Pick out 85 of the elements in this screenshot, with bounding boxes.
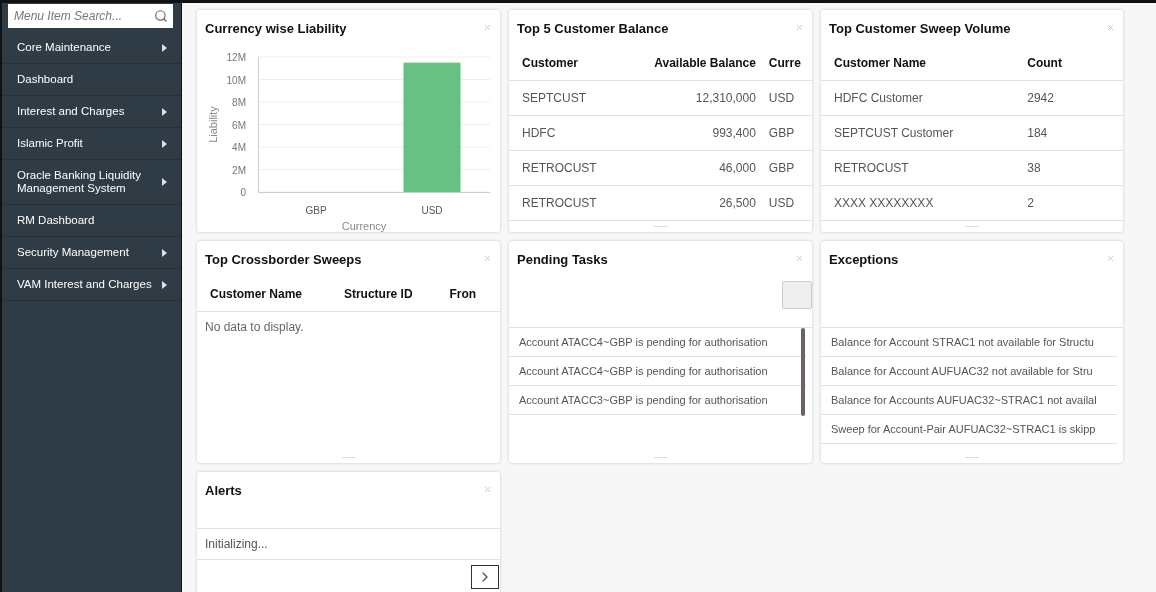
menu-item[interactable]: RM Dashboard xyxy=(2,205,181,237)
axis-tick-label: 12M xyxy=(226,52,246,63)
menu-item[interactable]: Islamic Profit xyxy=(2,128,181,160)
column-header[interactable]: Customer xyxy=(509,46,631,81)
close-icon[interactable] xyxy=(1106,23,1115,32)
table-cell: USD xyxy=(755,81,812,116)
next-button[interactable] xyxy=(471,565,499,589)
resize-handle[interactable] xyxy=(965,226,979,227)
close-icon[interactable] xyxy=(1106,254,1115,263)
menu-label: VAM Interest and Charges xyxy=(17,278,152,291)
table-cell: GBP xyxy=(755,151,812,186)
table-cell: RETROCUST xyxy=(509,186,631,221)
card-title: Currency wise Liability xyxy=(205,21,347,36)
card-title: Top Customer Sweep Volume xyxy=(829,21,1011,36)
table-cell: 2942 xyxy=(1014,81,1123,116)
card-title: Alerts xyxy=(205,483,242,498)
close-icon[interactable] xyxy=(483,254,492,263)
card-title: Top 5 Customer Balance xyxy=(517,21,669,36)
card-title: Top Crossborder Sweeps xyxy=(205,252,362,267)
table-cell: SEPTCUST Customer xyxy=(821,116,1015,151)
menu-label: Dashboard xyxy=(17,73,74,86)
resize-handle[interactable] xyxy=(965,457,979,458)
menu-item[interactable]: Security Management xyxy=(2,237,181,269)
menu-item[interactable]: Core Maintenance xyxy=(2,32,181,64)
list-item[interactable]: Balance for Account AUFUAC32 not available for Stru xyxy=(821,357,1117,386)
empty-message: No data to display. xyxy=(204,319,305,336)
close-icon[interactable] xyxy=(483,485,492,494)
square-button[interactable] xyxy=(782,281,812,309)
column-header[interactable]: Count xyxy=(1014,46,1123,81)
status-text: Initializing... xyxy=(197,528,500,560)
menu-label: Islamic Profit xyxy=(17,137,83,150)
axis-tick-label: 0 xyxy=(240,187,246,198)
list-item[interactable]: Balance for Account STRAC1 not available for Structu xyxy=(821,328,1117,357)
axis-tick-label: 6M xyxy=(232,119,246,131)
table-cell: 993,400 xyxy=(630,116,756,151)
axis-tick-label: 4M xyxy=(232,142,246,153)
column-header[interactable]: Available Balance xyxy=(630,46,756,81)
column-header[interactable]: Customer Name xyxy=(821,46,1015,81)
column-header[interactable]: Fron xyxy=(436,277,500,312)
scrollbar-thumb[interactable] xyxy=(801,328,805,416)
axis-tick-label: 10M xyxy=(226,74,246,86)
menu-item[interactable]: Oracle Banking Liquidity Management System xyxy=(2,160,181,205)
axis-tick-label: USD xyxy=(421,205,443,216)
table-cell: 38 xyxy=(1014,151,1123,186)
search-icon[interactable] xyxy=(154,9,168,23)
table-cell: 26,500 xyxy=(630,186,756,221)
menu-label: Security Management xyxy=(17,246,129,259)
menu-label: Core Maintenance xyxy=(17,41,111,54)
table-cell: 46,000 xyxy=(630,151,756,186)
menu-item[interactable]: Interest and Charges xyxy=(2,96,181,128)
close-icon[interactable] xyxy=(795,23,804,32)
table-cell: USD xyxy=(755,186,812,221)
column-header[interactable]: Structure ID xyxy=(330,277,437,312)
axis-title: Liability xyxy=(207,106,219,143)
table-cell: GBP xyxy=(755,116,812,151)
menu-label: Interest and Charges xyxy=(17,105,125,118)
list-item[interactable]: Sweep for Account-Pair AUFUAC32~STRAC1 is skipp xyxy=(821,415,1117,444)
resize-handle[interactable] xyxy=(653,457,668,458)
axis-tick-label: 8M xyxy=(232,97,246,108)
search-field[interactable]: Menu Item Search... xyxy=(8,4,173,28)
table-cell: 2 xyxy=(1014,186,1123,221)
menu-item[interactable]: VAM Interest and Charges xyxy=(2,269,181,301)
table-cell: HDFC xyxy=(509,116,631,151)
table-cell: RETROCUST xyxy=(821,151,1015,186)
table-cell: HDFC Customer xyxy=(821,81,1015,116)
column-header[interactable]: Customer Name xyxy=(197,277,331,312)
table-cell: RETROCUST xyxy=(509,151,631,186)
close-icon[interactable] xyxy=(795,254,804,263)
close-icon[interactable] xyxy=(483,23,492,32)
menu-label: Oracle Banking Liquidity Management System xyxy=(17,169,142,195)
menu-item[interactable]: Dashboard xyxy=(2,64,181,96)
axis-tick-label: GBP xyxy=(305,205,327,216)
axis-tick-label: 2M xyxy=(232,164,246,176)
resize-handle[interactable] xyxy=(341,457,356,458)
axis-title: Currency xyxy=(341,220,387,232)
table-cell: XXXX XXXXXXXX xyxy=(821,186,1015,221)
table-cell: SEPTCUST xyxy=(509,81,631,116)
menu-label: RM Dashboard xyxy=(17,214,95,227)
table-cell: 184 xyxy=(1014,116,1123,151)
card-title: Exceptions xyxy=(829,252,899,267)
resize-handle[interactable] xyxy=(653,226,668,227)
column-header[interactable]: Curre xyxy=(755,46,812,81)
table-cell: 12,310,000 xyxy=(630,81,756,116)
card-title: Pending Tasks xyxy=(517,252,608,267)
list-item[interactable]: Balance for Accounts AUFUAC32~STRAC1 not availal xyxy=(821,386,1117,415)
